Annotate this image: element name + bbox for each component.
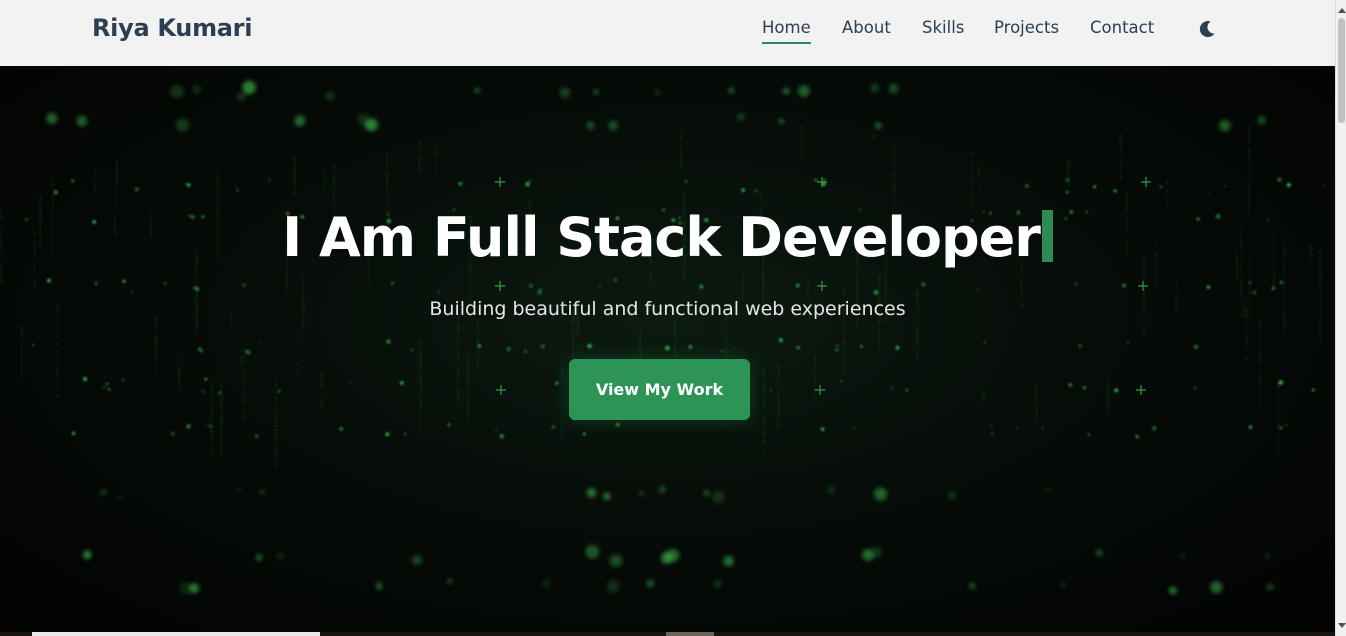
- theme-toggle-button[interactable]: [1196, 18, 1218, 40]
- nav-link-about[interactable]: About: [842, 18, 891, 37]
- active-underline: [762, 42, 811, 44]
- moon-icon: [1199, 21, 1215, 38]
- hero-subtitle: Building beautiful and functional web ex…: [429, 298, 906, 320]
- scroll-down-arrow-icon[interactable]: [1338, 623, 1346, 628]
- typing-cursor: [1041, 210, 1053, 262]
- scroll-up-arrow-icon[interactable]: [1338, 8, 1346, 13]
- nav-link-label: Contact: [1090, 18, 1155, 37]
- nav-link-contact[interactable]: Contact: [1090, 18, 1154, 37]
- nav-link-label: Projects: [994, 18, 1060, 37]
- nav-link-label: About: [842, 18, 891, 37]
- hero-title: I Am Full Stack Developer: [0, 206, 1335, 269]
- brand-logo[interactable]: Riya Kumari: [92, 14, 252, 42]
- nav-link-projects[interactable]: Projects: [994, 18, 1059, 37]
- nav-link-label: Home: [762, 18, 811, 37]
- matrix-background: [0, 80, 1326, 595]
- view-my-work-button[interactable]: View My Work: [569, 359, 750, 420]
- nav-link-label: Skills: [922, 18, 965, 37]
- hero-section: I Am Full Stack Developer Building beaut…: [0, 66, 1335, 632]
- nav-link-home[interactable]: Home: [762, 18, 811, 44]
- nav-link-skills[interactable]: Skills: [922, 18, 964, 37]
- next-section-preview: [0, 632, 1335, 636]
- page-scrollbar[interactable]: [1335, 0, 1346, 636]
- scrollbar-thumb[interactable]: [1338, 18, 1345, 123]
- navbar: Riya Kumari Home About Skills Projects C…: [0, 0, 1335, 66]
